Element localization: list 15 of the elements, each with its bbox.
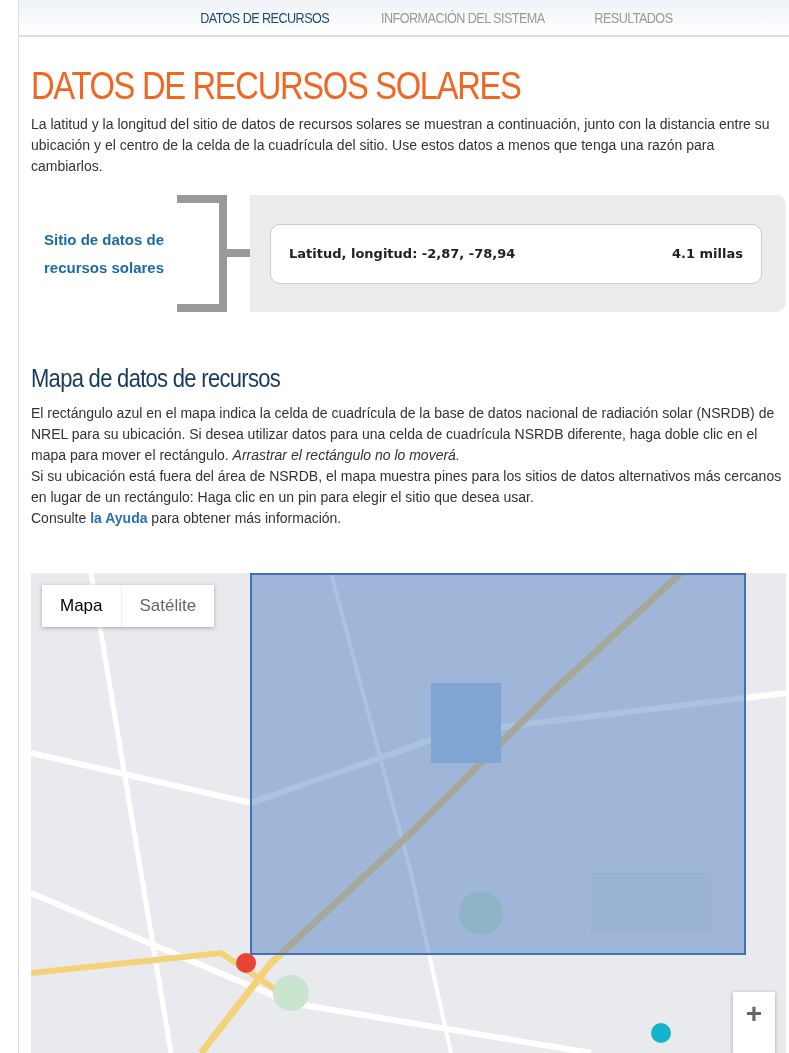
section-heading: Mapa de datos de recursos: [31, 364, 281, 393]
description-text: El rectángulo azul en el mapa indica la celda de cuadrícula de la base de datos nacional de radiación solar (NSRDB) de NREL para su ubicación. Si desea utilizar datos para una celda de cuadrícula NSRDB diferente, haga doble clic en el mapa para mover el rectángulo. Arrastrar el rectángulo no lo moverá.: [31, 404, 776, 465]
help-link[interactable]: la Ayuda: [90, 510, 148, 526]
grid-cell-rectangle[interactable]: [250, 573, 746, 955]
page-title: DATOS DE RECURSOS SOLARES: [31, 65, 522, 108]
zoom-in-button[interactable]: +: [733, 992, 775, 1053]
intro-text: La latitud y la longitud del sitio de datos de recursos solares se muestran a continuación, junto con la distancia entre su ubicación y el centro de la celda de la cuadrícula del sitio. Use estos datos a menos que tenga una razón para cambiarlos.: [31, 115, 771, 176]
distance-text: 4.1 millas: [672, 246, 743, 261]
coordinates-text: Latitud, longitud: -2,87, -78,94: [289, 246, 516, 261]
help-text: Consulte la Ayuda para obtener más información.: [31, 509, 343, 528]
description-text: Si su ubicación está fuera del área de NSRDB, el mapa muestra pines para los sitios de datos alternativos más cercanos en lugar de un rectángulo: Haga clic en un pin para elegir el sitio que desea usar.: [31, 467, 783, 507]
map-type-button[interactable]: Satélite: [120, 585, 215, 627]
site-label: Sitio de datos de recursos solares: [42, 229, 166, 278]
nav-tab[interactable]: DATOS DE RECURSOS: [199, 9, 329, 26]
map-type-button[interactable]: Mapa: [42, 585, 121, 627]
